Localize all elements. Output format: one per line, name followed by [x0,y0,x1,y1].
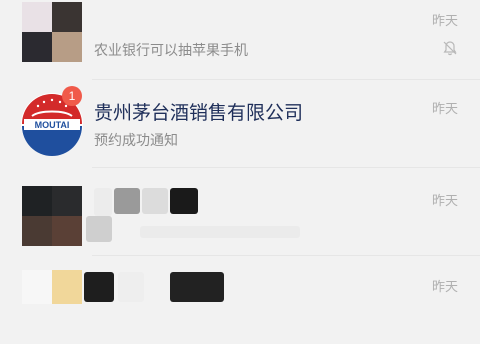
chat-time: 昨天 [431,14,458,29]
avatar-text: MOUTAI [35,120,70,130]
chat-list-item[interactable]: 昨天 [0,256,480,344]
avatar [22,186,82,246]
avatar [22,270,82,304]
blurred-title [170,188,198,214]
avatar [22,2,82,62]
blurred-title [118,272,144,302]
chat-preview: 预约成功通知 [94,133,178,149]
blurred-title [84,272,114,302]
blurred-preview [140,226,300,238]
chat-list-item[interactable]: 昨天 [0,168,480,256]
chat-time: 昨天 [431,102,458,117]
mute-bell-icon [443,41,457,56]
blurred-title [170,272,224,302]
chat-time: 昨天 [431,280,458,295]
unread-badge: 1 [62,86,82,106]
chat-time: 昨天 [431,194,458,209]
chat-list-item[interactable]: 昨天 农业银行可以抽苹果手机 [0,0,480,80]
chat-title: 贵州茅台酒销售有限公司 [94,102,304,124]
chat-list-item[interactable]: MOUTAI 1 贵州茅台酒销售有限公司 预约成功通知 昨天 [0,80,480,168]
blurred-title [94,188,112,216]
chat-preview: 农业银行可以抽苹果手机 [94,43,248,59]
blurred-title [142,188,168,214]
blurred-preview [86,216,112,242]
blurred-title [114,188,140,214]
